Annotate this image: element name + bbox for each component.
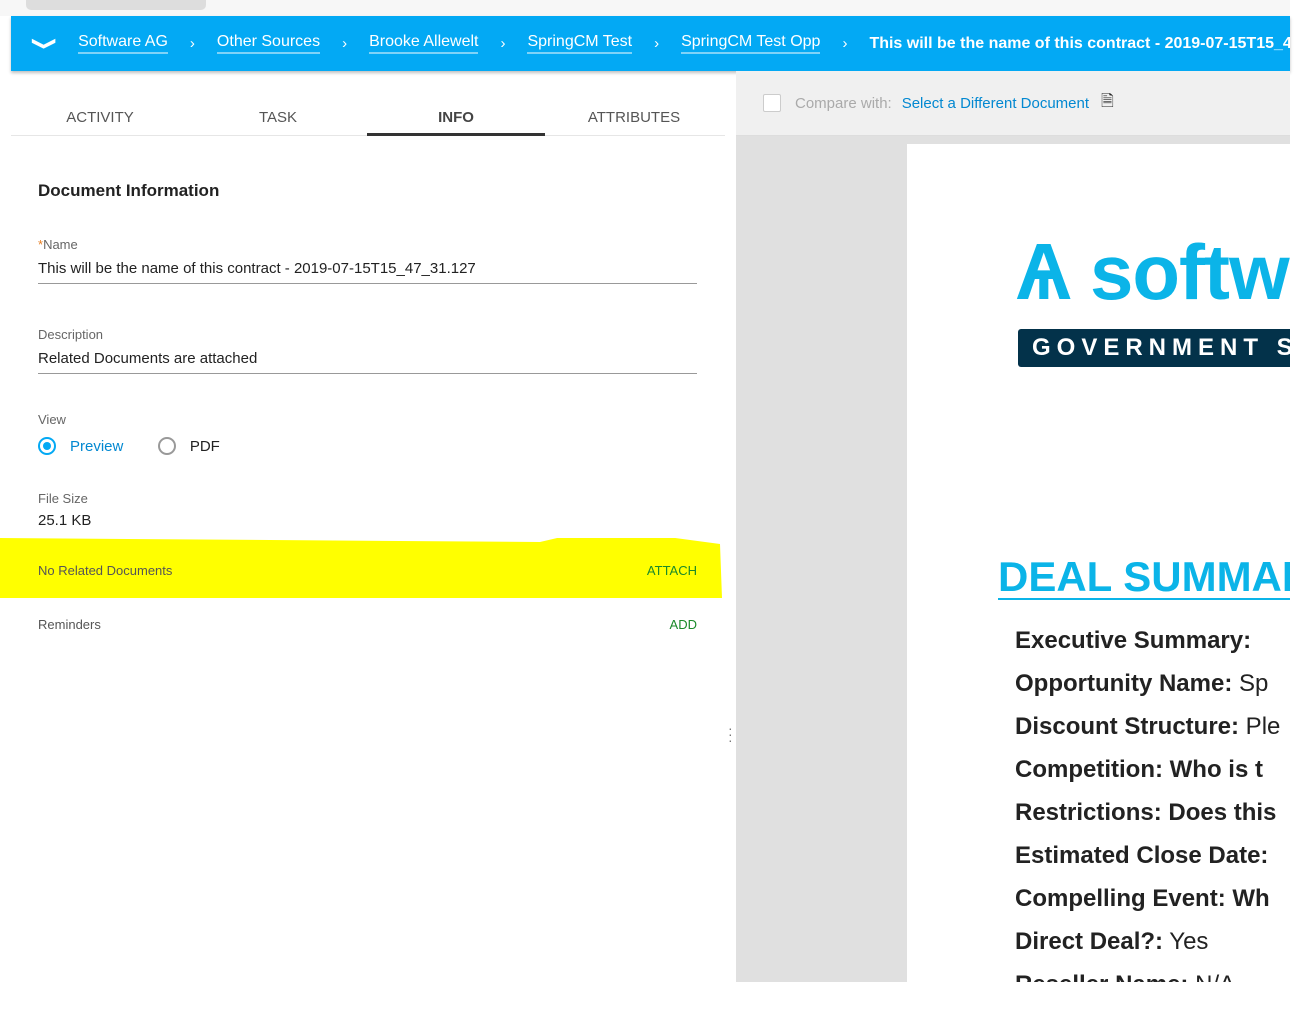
related-label: No Related Documents [38,563,173,578]
info-panel: ACTIVITY TASK INFO ATTRIBUTES Document I… [0,71,733,1010]
name-input[interactable]: This will be the name of this contract -… [38,260,697,284]
doc-line: Estimated Close Date: [1015,842,1269,869]
radio-label: PDF [189,437,220,455]
doc-line: Opportunity Name: Sp [1015,670,1269,697]
doc-line: Reseller Name: N/A [1015,963,1280,982]
tab-activity[interactable]: ACTIVITY [11,71,189,135]
chevron-right-icon: › [500,35,506,52]
doc-line: Executive Summary: [1015,627,1252,654]
doc-line: Competition: Who is t [1015,756,1263,783]
file-size-value: 25.1 KB [38,512,92,529]
doc-line: Restrictions: Does this [1015,799,1277,826]
tab-bar: ACTIVITY TASK INFO ATTRIBUTES [11,71,725,136]
browser-tab[interactable] [26,0,206,10]
document-page: Ѧ softw GOVERNMENT SO DEAL SUMMAR Execut… [907,144,1290,982]
document-viewer: Compare with: Select a Different Documen… [736,71,1290,982]
compare-bar: Compare with: Select a Different Documen… [736,71,1290,136]
doc-line: Discount Structure: Ple [1015,713,1281,740]
file-size-field: File Size 25.1 KB [38,491,697,529]
attach-button[interactable]: ATTACH [647,563,697,578]
radio-pdf[interactable]: PDF [157,437,220,455]
chevron-right-icon: › [342,35,348,52]
document-heading: DEAL SUMMAR [998,556,1290,600]
view-field: View Preview PDF [38,412,697,460]
doc-line: Direct Deal?: Yes [1015,928,1209,955]
breadcrumb: ❯ Software AG › Other Sources › Brooke All… [11,16,1290,71]
software-ag-logo: Ѧ softw [1017,227,1290,316]
chevron-right-icon: › [654,35,660,52]
view-label: View [38,412,66,427]
related-documents-row: No Related Documents ATTACH [38,563,697,578]
compare-label: Compare with: [795,94,892,112]
tab-attributes[interactable]: ATTRIBUTES [545,71,723,135]
breadcrumb-item[interactable]: Brooke Allewelt [369,33,479,54]
compare-checkbox[interactable] [763,94,781,112]
breadcrumb-item[interactable]: SpringCM Test Opp [681,33,821,54]
resize-handle-icon[interactable]: · · · [728,721,733,747]
description-input[interactable]: Related Documents are attached [38,350,697,374]
section-title: Document Information [38,181,220,200]
file-size-label: File Size [38,491,88,506]
select-document-link[interactable]: Select a Different Document [902,95,1089,112]
government-banner: GOVERNMENT SO [1018,329,1290,367]
breadcrumb-item[interactable]: SpringCM Test [527,33,633,54]
reminders-label: Reminders [38,617,101,632]
radio-label: Preview [70,437,124,455]
add-reminder-button[interactable]: ADD [670,617,697,632]
chevron-down-icon[interactable]: ❯ [31,36,58,51]
chevron-right-icon: › [842,35,848,52]
description-field[interactable]: Description Related Documents are attach… [38,327,697,374]
reminders-row: Reminders ADD [38,617,697,632]
radio-preview[interactable]: Preview [38,437,123,455]
name-field[interactable]: *Name This will be the name of this cont… [38,237,697,284]
radio-checked-icon[interactable] [38,437,56,455]
breadcrumb-current: This will be the name of this contract -… [869,34,1290,52]
document-icon[interactable]: 🗎 [1101,90,1114,117]
chevron-right-icon: › [189,35,195,52]
description-label: Description [38,327,104,342]
breadcrumb-item[interactable]: Software AG [78,33,168,54]
tab-info[interactable]: INFO [367,71,545,136]
name-label: Name [43,237,78,252]
browser-strip [0,0,1290,16]
radio-unchecked-icon[interactable] [157,437,176,455]
tab-task[interactable]: TASK [189,71,367,135]
breadcrumb-item[interactable]: Other Sources [216,33,321,54]
doc-line: Compelling Event: Wh [1015,885,1270,912]
document-body: Executive Summary: Opportunity Name: Sp … [1015,619,1280,982]
